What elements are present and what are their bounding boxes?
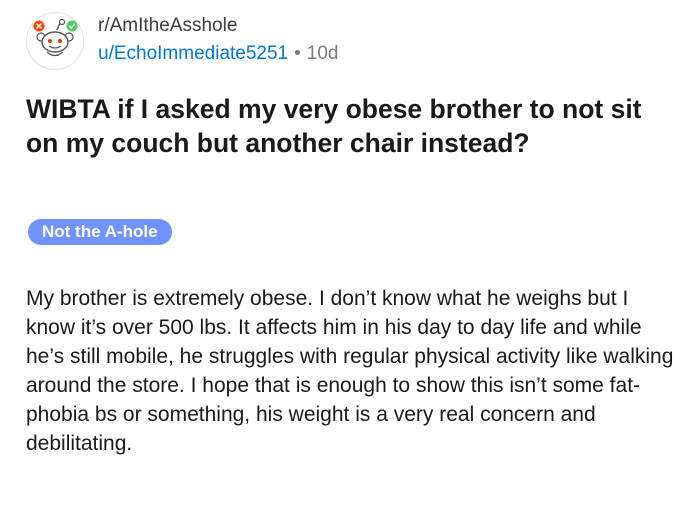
post-title[interactable]: WIBTA if I asked my very obese brother t…	[26, 92, 676, 160]
subreddit-avatar[interactable]	[26, 12, 84, 70]
post-meta: r/AmItheAsshole u/EchoImmediate5251 • 10d	[98, 14, 338, 67]
meta-separator: •	[294, 43, 301, 64]
post-header: r/AmItheAsshole u/EchoImmediate5251 • 10d	[26, 12, 338, 70]
post-card: r/AmItheAsshole u/EchoImmediate5251 • 10d …	[0, 0, 700, 512]
author-username[interactable]: u/EchoImmediate5251	[98, 43, 288, 64]
post-age: 10d	[306, 43, 339, 64]
post-byline: u/EchoImmediate5251 • 10d	[98, 41, 338, 67]
subreddit-name[interactable]: r/AmItheAsshole	[98, 14, 338, 38]
post-flair[interactable]: Not the A-hole	[28, 219, 172, 245]
snoo-avatar-icon	[33, 18, 78, 57]
post-body: My brother is extremely obese. I don’t k…	[26, 287, 674, 455]
